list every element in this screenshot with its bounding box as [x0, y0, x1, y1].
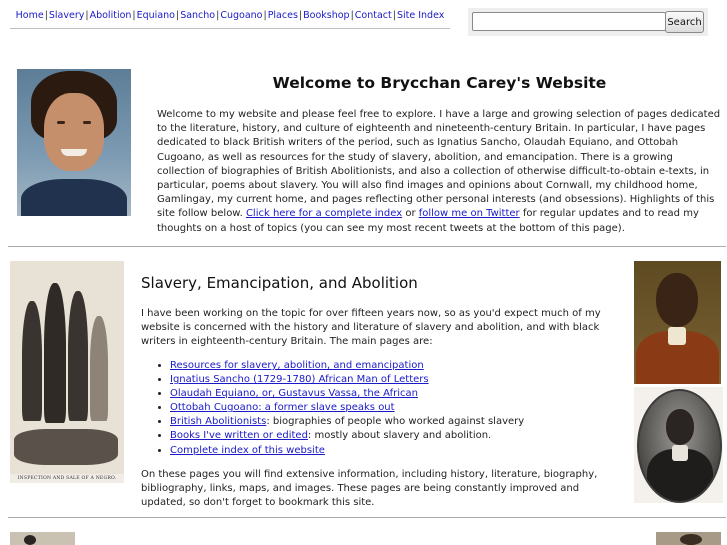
list-item-suffix: : mostly about slavery and abolition. — [307, 430, 492, 442]
list-item: Resources for slavery, abolition, and em… — [170, 359, 650, 373]
nav-cugoano-link[interactable]: Cugoano — [220, 10, 262, 21]
nav-bookshop-link[interactable]: Bookshop — [303, 10, 349, 21]
portrait-cravat — [672, 445, 688, 461]
photo-face — [44, 93, 104, 171]
list-item: Ottobah Cugoano: a former slave speaks o… — [170, 401, 650, 415]
equiano-portrait — [634, 387, 723, 503]
intro-text: Welcome to my website and please feel fr… — [157, 109, 721, 220]
nav-abolition-link[interactable]: Abolition — [90, 10, 132, 21]
next-section-image-right — [656, 532, 721, 545]
section-divider — [8, 246, 726, 247]
slavery-section-title: Slavery, Emancipation, and Abolition — [141, 274, 418, 292]
portrait-collar — [668, 327, 686, 345]
image-detail — [24, 535, 36, 545]
main-pages-list: Resources for slavery, abolition, and em… — [141, 359, 650, 458]
section-divider — [8, 517, 726, 518]
engraving-figure — [68, 291, 88, 421]
portrait-oval-frame — [637, 389, 722, 503]
search-button[interactable]: Search — [665, 11, 704, 33]
search-input[interactable] — [472, 12, 666, 31]
list-item-suffix: : biographies of people who worked again… — [266, 416, 525, 428]
welcome-intro: Welcome to my website and please feel fr… — [157, 108, 721, 236]
engraving-figure — [22, 301, 42, 421]
photo-smile — [61, 149, 87, 156]
resources-link[interactable]: Resources for slavery, abolition, and em… — [170, 360, 424, 371]
engraving-figure — [90, 316, 108, 421]
sancho-link[interactable]: Ignatius Sancho (1729-1780) African Man … — [170, 374, 429, 385]
next-section-image-left — [10, 532, 75, 545]
portrait-head — [656, 273, 698, 327]
nav-slavery-link[interactable]: Slavery — [49, 10, 85, 21]
list-item: Ignatius Sancho (1729-1780) African Man … — [170, 373, 650, 387]
cugoano-link[interactable]: Ottobah Cugoano: a former slave speaks o… — [170, 402, 395, 413]
twitter-link[interactable]: follow me on Twitter — [419, 208, 520, 219]
photo-shirt — [21, 179, 127, 216]
engraving-figure — [44, 283, 66, 423]
nav-places-link[interactable]: Places — [268, 10, 298, 21]
nav-equiano-link[interactable]: Equiano — [137, 10, 175, 21]
search-panel: Search — [468, 8, 708, 36]
nav-site-index-link[interactable]: Site Index — [397, 10, 444, 21]
list-item: British Abolitionists: biographies of pe… — [170, 415, 650, 429]
author-photo — [17, 69, 131, 216]
image-detail — [680, 534, 702, 545]
list-item: Complete index of this website — [170, 444, 650, 458]
page-title: Welcome to Brycchan Carey's Website — [272, 74, 607, 92]
nav-contact-link[interactable]: Contact — [355, 10, 392, 21]
nav-home-link[interactable]: Home — [16, 10, 44, 21]
sancho-portrait — [634, 261, 721, 384]
complete-index-link[interactable]: Complete index of this website — [170, 445, 325, 456]
engraving-caption: INSPECTION AND SALE OF A NEGRO. — [10, 474, 124, 483]
engraving-ground-figures — [14, 429, 118, 465]
photo-eye — [57, 121, 65, 124]
complete-index-link[interactable]: Click here for a complete index — [246, 208, 402, 219]
books-link[interactable]: Books I've written or edited — [170, 430, 308, 441]
portrait-face — [666, 409, 694, 445]
slavery-closing: On these pages you will find extensive i… — [141, 469, 598, 508]
list-item: Books I've written or edited: mostly abo… — [170, 429, 650, 443]
nav-sancho-link[interactable]: Sancho — [180, 10, 215, 21]
slave-sale-engraving: INSPECTION AND SALE OF A NEGRO. — [10, 261, 124, 483]
equiano-link[interactable]: Olaudah Equiano, or, Gustavus Vassa, the… — [170, 388, 418, 399]
british-abolitionists-link[interactable]: British Abolitionists — [170, 416, 266, 427]
top-navigation: Home|Slavery|Abolition|Equiano|Sancho|Cu… — [10, 6, 450, 29]
intro-or-text: or — [402, 208, 419, 220]
photo-eye — [83, 121, 91, 124]
list-item: Olaudah Equiano, or, Gustavus Vassa, the… — [170, 387, 650, 401]
slavery-intro: I have been working on the topic for ove… — [141, 308, 601, 347]
